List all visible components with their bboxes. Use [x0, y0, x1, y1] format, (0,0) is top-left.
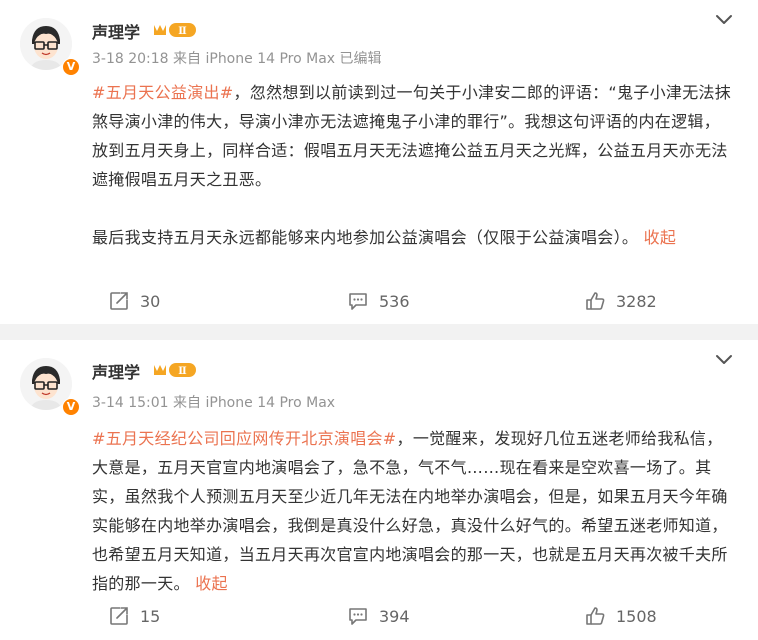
post-body: ，一觉醒来，发现好几位五迷老师给我私信，大意是，五月天官宣内地演唱会了，急不急，… [92, 429, 728, 593]
like-icon [586, 292, 605, 310]
like-button[interactable]: 1508 [584, 605, 657, 627]
level-badge-label: Ⅱ [178, 366, 186, 377]
post-text: #五月天经纪公司回应网传开北京演唱会#，一觉醒来，发现好几位五迷老师给我私信，大… [92, 424, 732, 598]
username[interactable]: 声理学 [92, 19, 140, 43]
level-badge-icon[interactable]: Ⅱ [152, 361, 198, 379]
post-meta: 3-14 15:01 来自 iPhone 14 Pro Max [92, 392, 335, 412]
level-badge-icon[interactable]: Ⅱ [152, 21, 198, 39]
post-paragraph: 最后我支持五月天永远都能够来内地参加公益演唱会（仅限于公益演唱会）。 收起 [92, 223, 732, 252]
like-count: 3282 [616, 291, 657, 311]
post-paragraph: #五月天经纪公司回应网传开北京演唱会#，一觉醒来，发现好几位五迷老师给我私信，大… [92, 424, 732, 598]
post-source: 来自 iPhone 14 Pro Max [173, 395, 336, 411]
repost-count: 30 [140, 291, 161, 311]
post-date[interactable]: 3-18 20:18 [92, 51, 169, 67]
collapse-link[interactable]: 收起 [195, 574, 228, 593]
chevron-down-icon[interactable] [714, 353, 734, 367]
verified-badge-icon: V [62, 58, 80, 76]
repost-button[interactable]: 15 [108, 605, 160, 627]
comment-button[interactable]: 394 [347, 605, 410, 627]
username[interactable]: 声理学 [92, 359, 140, 383]
post-card: V 声理学 Ⅱ 3-14 15:01 来自 iPhone 14 Pro Max … [0, 340, 758, 640]
repost-icon [110, 607, 128, 625]
hashtag-link[interactable]: #五月天公益演出# [92, 83, 234, 102]
comment-icon [349, 293, 367, 310]
repost-icon [110, 292, 128, 310]
chevron-down-icon[interactable] [714, 13, 734, 27]
level-badge-label: Ⅱ [178, 26, 186, 37]
comment-count: 536 [379, 291, 410, 311]
repost-count: 15 [140, 606, 161, 626]
edited-label[interactable]: 已编辑 [340, 51, 382, 67]
post-body-2: 最后我支持五月天永远都能够来内地参加公益演唱会（仅限于公益演唱会）。 [92, 228, 639, 247]
like-count: 1508 [616, 606, 657, 626]
comment-button[interactable]: 536 [347, 290, 410, 312]
comment-icon [349, 608, 367, 625]
post-meta: 3-18 20:18 来自 iPhone 14 Pro Max 已编辑 [92, 48, 382, 68]
post-source: 来自 iPhone 14 Pro Max [173, 51, 336, 67]
like-icon [586, 607, 605, 625]
hashtag-link[interactable]: #五月天经纪公司回应网传开北京演唱会# [92, 429, 397, 448]
post-text: #五月天公益演出#，忽然想到以前读到过一句关于小津安二郎的评语：“鬼子小津无法抹… [92, 78, 732, 252]
repost-button[interactable]: 30 [108, 290, 160, 312]
verified-badge-icon: V [62, 398, 80, 416]
like-button[interactable]: 3282 [584, 290, 657, 312]
collapse-link[interactable]: 收起 [644, 228, 677, 247]
post-card: V 声理学 Ⅱ 3-18 20:18 来自 iPhone 14 Pro Max … [0, 0, 758, 324]
post-date[interactable]: 3-14 15:01 [92, 395, 169, 411]
post-paragraph: #五月天公益演出#，忽然想到以前读到过一句关于小津安二郎的评语：“鬼子小津无法抹… [92, 78, 732, 194]
comment-count: 394 [379, 606, 410, 626]
